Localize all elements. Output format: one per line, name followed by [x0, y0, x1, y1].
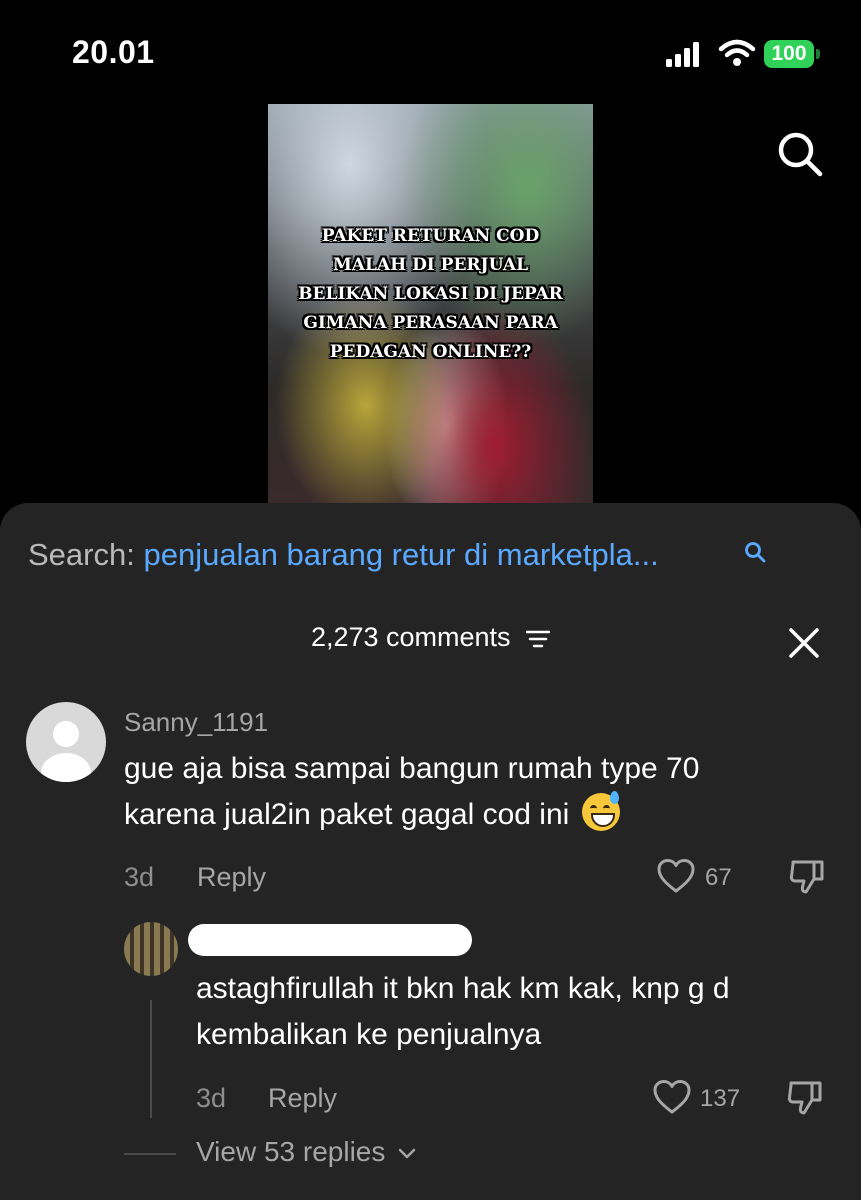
- sort-icon[interactable]: [526, 629, 551, 649]
- search-label: Search:: [28, 537, 135, 572]
- caption-line: MALAH DI PERJUAL: [332, 255, 529, 275]
- search-query-link[interactable]: penjualan barang retur di marketpla...: [143, 537, 658, 572]
- comments-count-header: 2,273 comments: [0, 622, 861, 653]
- divider: [124, 1153, 176, 1155]
- reply-text-line: kembalikan ke penjualnya: [196, 1018, 542, 1051]
- view-replies-label: View 53 replies: [196, 1136, 386, 1167]
- wifi-icon: [718, 39, 756, 66]
- comment-text-line: gue aja bisa sampai bangun rumah type 70: [124, 752, 700, 785]
- cellular-signal-icon: [666, 42, 699, 67]
- reply-text-line: astaghfirullah it bkn hak km kak, knp g …: [196, 972, 730, 1005]
- caption-line: PAKET RETURAN COD: [321, 226, 540, 246]
- reply-text: astaghfirullah it bkn hak km kak, knp g …: [196, 966, 836, 1058]
- view-replies-button[interactable]: View 53 replies: [196, 1136, 417, 1168]
- video-preview[interactable]: PAKET RETURAN COD MALAH DI PERJUAL BELIK…: [268, 104, 593, 506]
- chevron-down-icon: [398, 1148, 416, 1158]
- comment-age: 3d: [124, 862, 155, 892]
- video-caption-overlay: PAKET RETURAN COD MALAH DI PERJUAL BELIK…: [268, 222, 593, 367]
- caption-line: PEDAGAN ONLINE??: [329, 342, 532, 362]
- reply-button[interactable]: Reply: [197, 862, 266, 893]
- like-count: 137: [700, 1085, 741, 1112]
- reply-reply-button[interactable]: Reply: [268, 1083, 337, 1114]
- comment-text: gue aja bisa sampai bangun rumah type 70…: [124, 746, 824, 838]
- thread-line: [150, 1000, 152, 1118]
- avatar[interactable]: [26, 702, 106, 782]
- battery-level: 100: [771, 42, 807, 65]
- like-count: 67: [705, 864, 732, 891]
- search-icon[interactable]: [776, 130, 824, 178]
- dislike-icon[interactable]: [786, 1079, 824, 1117]
- comments-count: 2,273 comments: [310, 622, 511, 652]
- caption-line: BELIKAN LOKASI DI JEPAR: [298, 284, 563, 304]
- redacted-username: [188, 924, 472, 956]
- close-icon[interactable]: [787, 626, 821, 660]
- sweat-smile-emoji-icon: [581, 791, 620, 831]
- comment-username[interactable]: Sanny_1191: [124, 707, 268, 738]
- status-bar: 20.01 100: [0, 0, 861, 110]
- comment-text-line: karena jual2in paket gagal cod ini: [124, 798, 570, 831]
- reply-age: 3d: [196, 1083, 227, 1113]
- status-time: 20.01: [72, 34, 155, 70]
- related-search[interactable]: Search: penjualan barang retur di market…: [28, 537, 766, 573]
- dislike-icon[interactable]: [788, 858, 826, 896]
- reply-avatar[interactable]: [124, 922, 178, 976]
- heart-icon[interactable]: [652, 1079, 692, 1115]
- heart-icon[interactable]: [656, 858, 696, 894]
- search-small-icon: [745, 542, 766, 563]
- caption-line: GIMANA PERASAAN PARA: [303, 313, 558, 333]
- battery-indicator: 100: [764, 40, 820, 68]
